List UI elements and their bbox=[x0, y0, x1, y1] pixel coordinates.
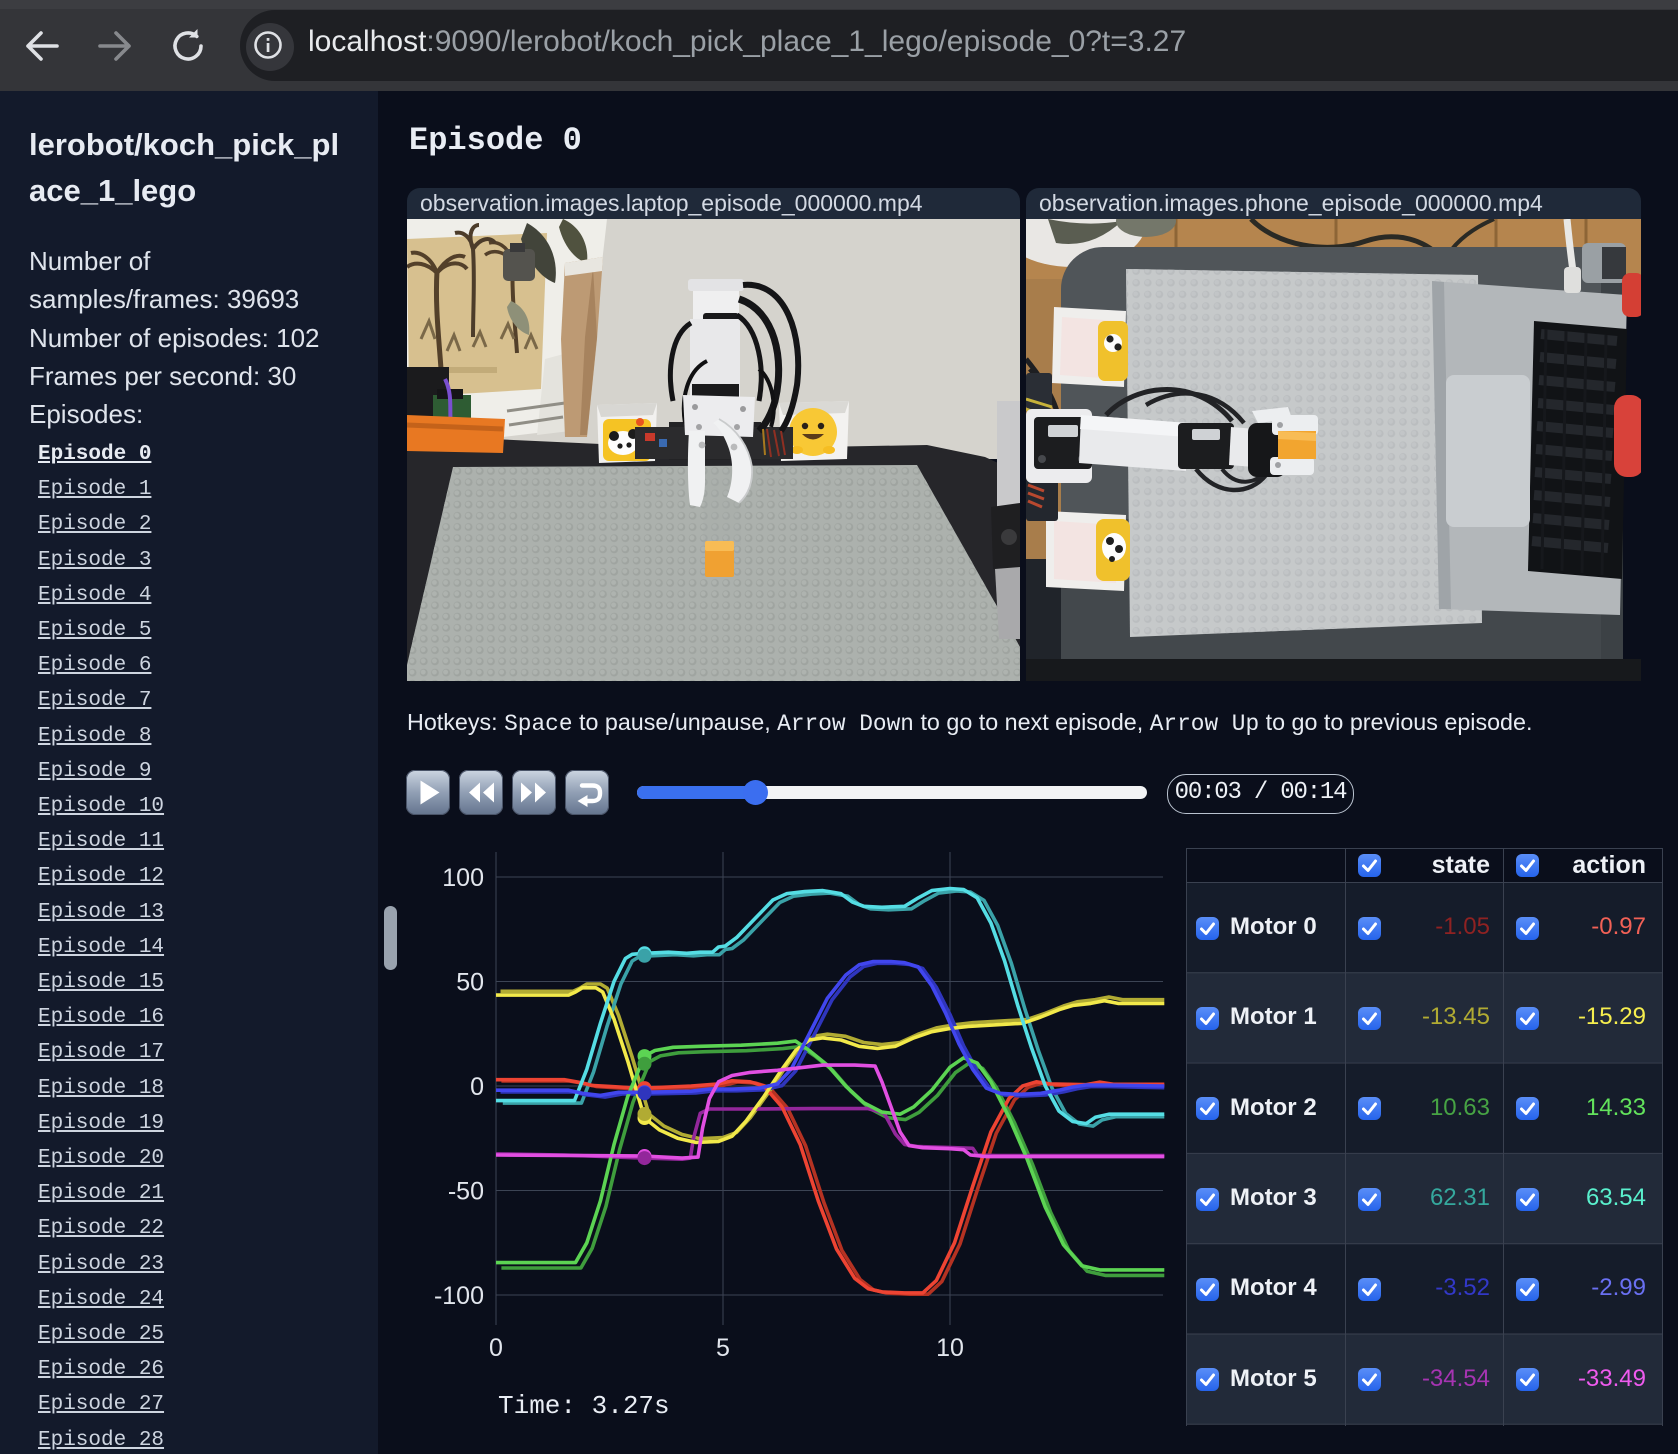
svg-text:5: 5 bbox=[716, 1334, 730, 1362]
svg-text:0: 0 bbox=[489, 1334, 503, 1362]
svg-text:100: 100 bbox=[442, 864, 484, 892]
svg-text:Time: 3.27s: Time: 3.27s bbox=[498, 1391, 670, 1421]
svg-text:10: 10 bbox=[936, 1334, 964, 1362]
svg-text:0: 0 bbox=[470, 1073, 484, 1101]
svg-text:-100: -100 bbox=[434, 1282, 484, 1310]
svg-text:-50: -50 bbox=[448, 1178, 484, 1206]
svg-text:50: 50 bbox=[456, 969, 484, 997]
